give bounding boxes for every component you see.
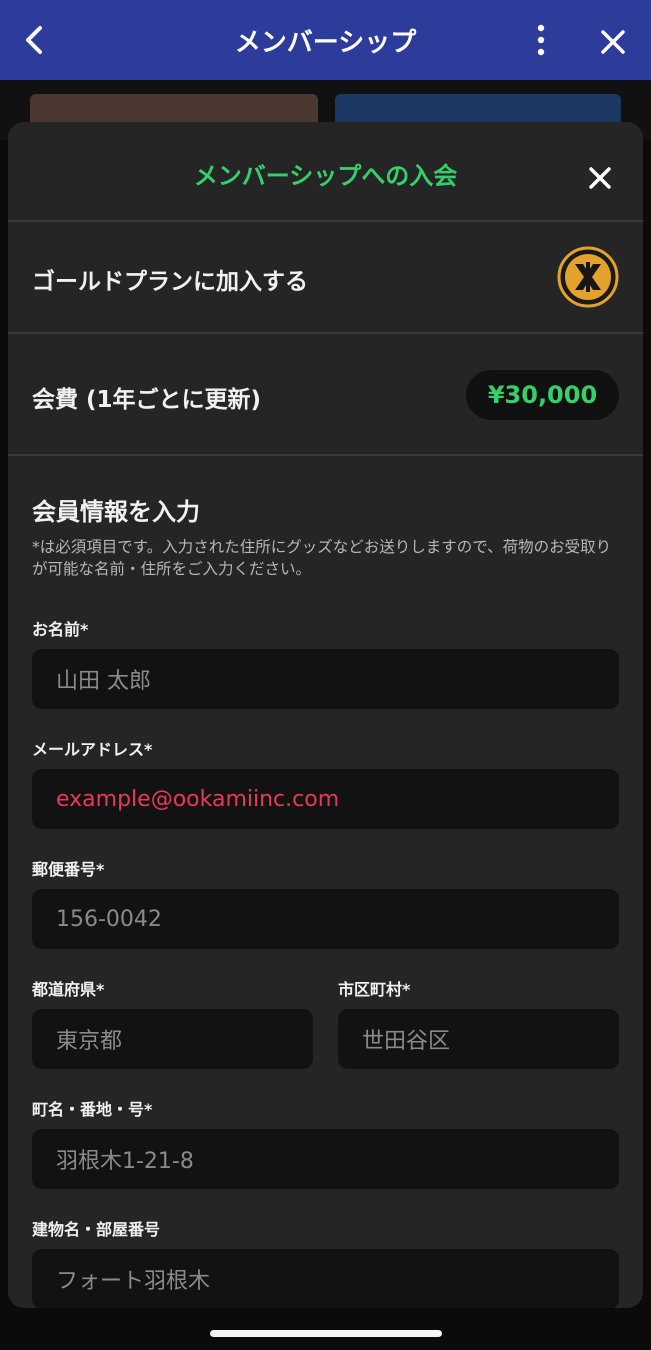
section-title: 会員情報を入力 xyxy=(32,498,200,526)
building-input[interactable] xyxy=(32,1249,619,1308)
city-input[interactable] xyxy=(338,1009,619,1069)
more-vertical-icon[interactable] xyxy=(526,22,556,58)
city-label: 市区町村* xyxy=(338,980,411,999)
building-label: 建物名・部屋番号 xyxy=(32,1220,161,1239)
close-icon[interactable] xyxy=(597,26,629,58)
name-label: お名前* xyxy=(32,620,89,639)
close-icon[interactable] xyxy=(586,164,614,192)
membership-sheet: メンバーシップへの入会 ゴールドプランに加入する 会費 (1年ごとに更新) ¥3… xyxy=(8,122,643,1308)
plan-label: ゴールドプランに加入する xyxy=(32,269,308,295)
sheet-header: メンバーシップへの入会 xyxy=(8,122,643,222)
team-logo-icon xyxy=(557,246,619,308)
street-label: 町名・番地・号* xyxy=(32,1100,153,1119)
fee-row: 会費 (1年ごとに更新) ¥30,000 xyxy=(8,334,643,456)
postal-code-label: 郵便番号* xyxy=(32,860,105,879)
required-note: *は必須項目です。入力された住所にグッズなどお送りしますので、荷物のお受取りが可… xyxy=(32,538,612,578)
street-input[interactable] xyxy=(32,1129,619,1189)
home-indicator xyxy=(210,1330,442,1337)
postal-code-input[interactable] xyxy=(32,889,619,949)
email-label: メールアドレス* xyxy=(32,740,153,759)
email-input[interactable] xyxy=(32,769,619,829)
price-badge: ¥30,000 xyxy=(466,370,619,420)
name-input[interactable] xyxy=(32,649,619,709)
sheet-title: メンバーシップへの入会 xyxy=(193,162,458,190)
plan-row: ゴールドプランに加入する xyxy=(8,222,643,334)
top-navigation-bar: メンバーシップ xyxy=(0,0,651,80)
prefecture-label: 都道府県* xyxy=(32,980,105,999)
fee-label: 会費 (1年ごとに更新) xyxy=(32,387,262,413)
prefecture-input[interactable] xyxy=(32,1009,313,1069)
